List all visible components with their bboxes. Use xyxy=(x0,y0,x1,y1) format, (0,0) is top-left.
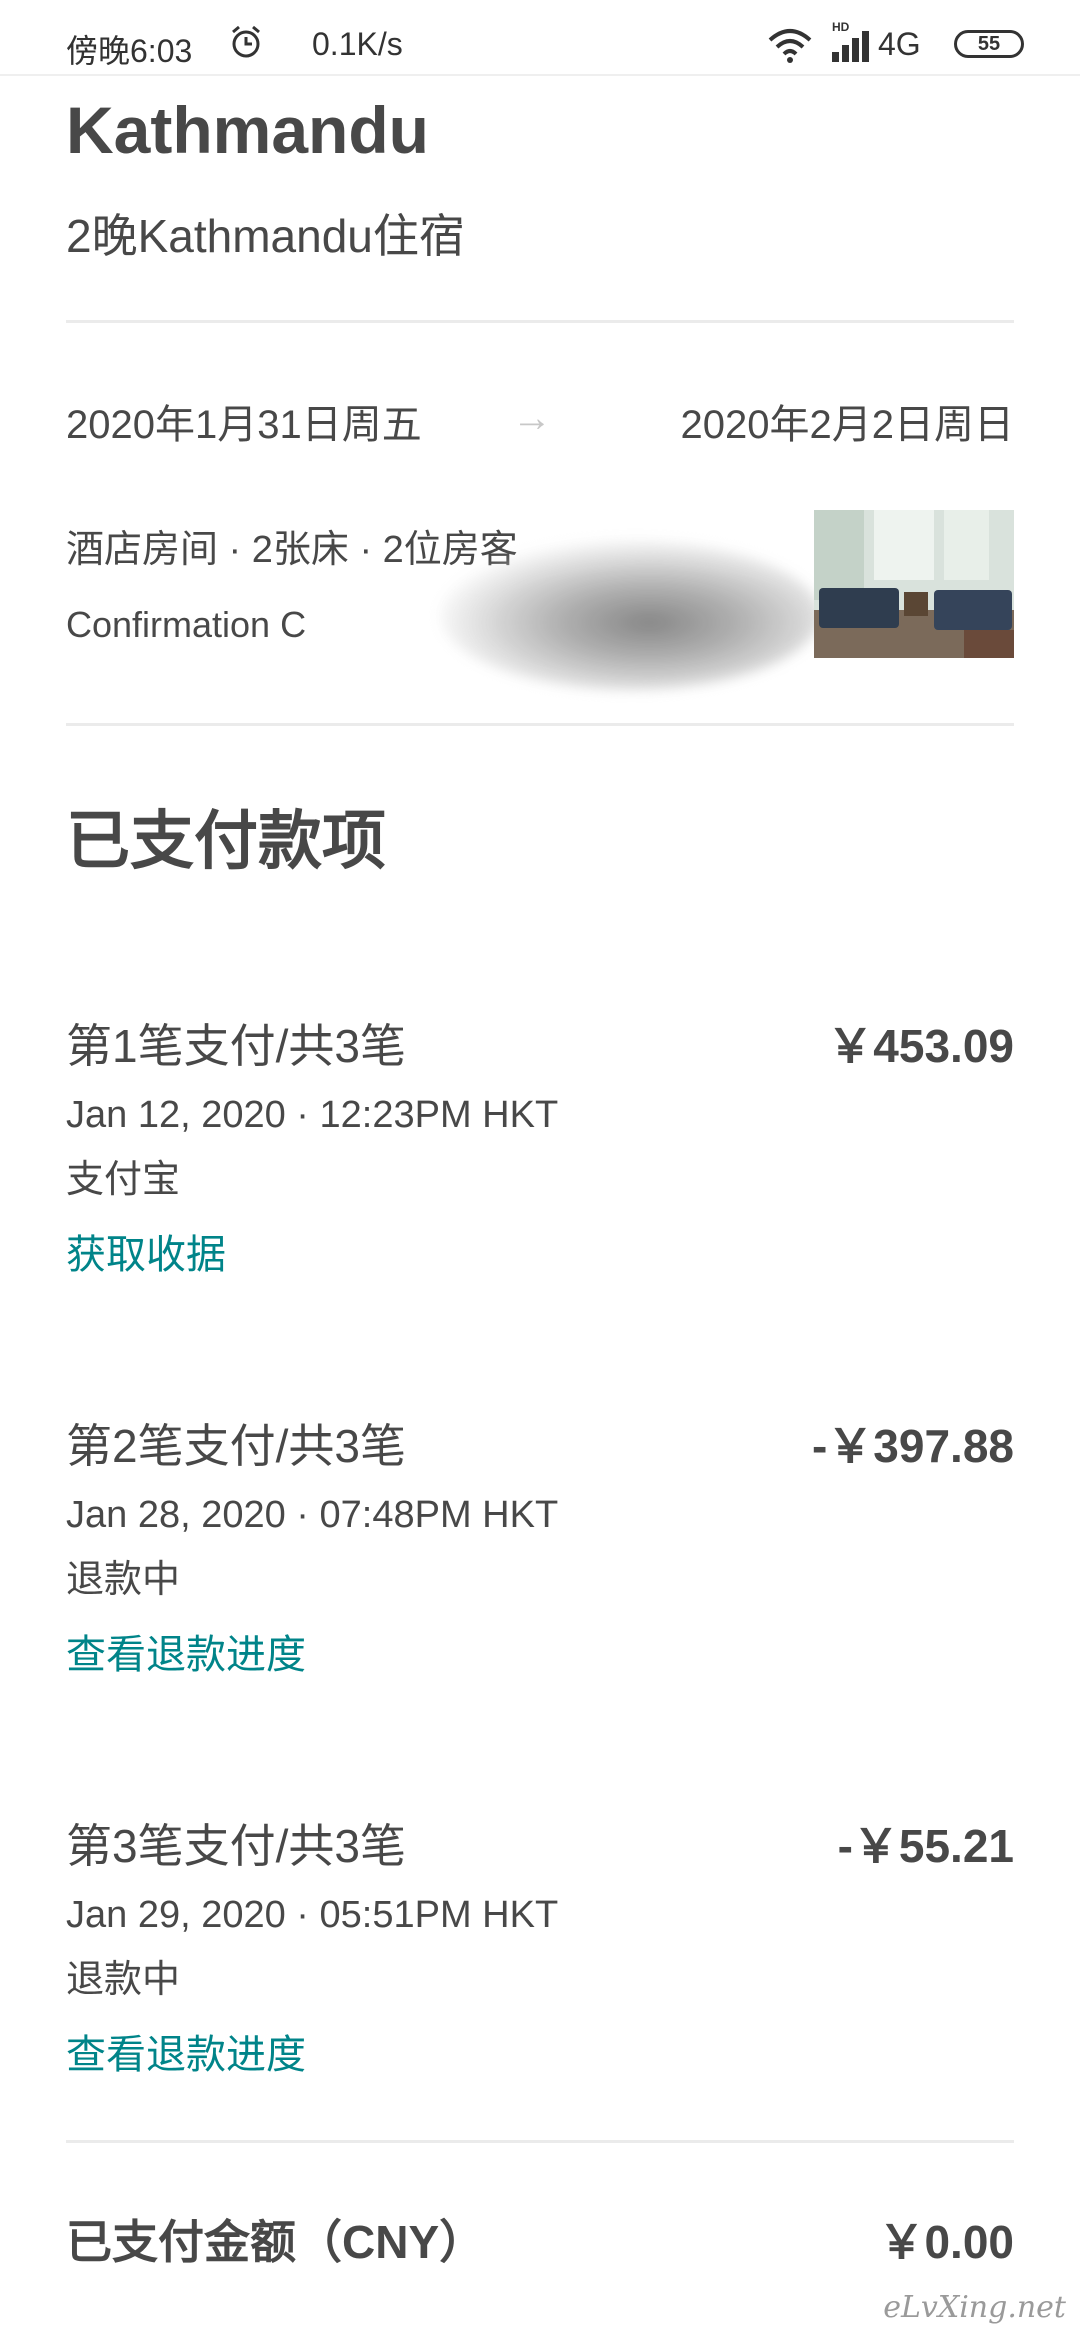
status-network: 4G xyxy=(878,26,921,62)
get-receipt-link[interactable]: 获取收据 xyxy=(66,1222,226,1280)
signal-icon xyxy=(832,31,869,62)
payment-label: 第2笔支付/共3笔 xyxy=(66,1420,406,1472)
arrow-right-icon: → xyxy=(512,396,552,440)
wifi-icon xyxy=(768,29,812,63)
payment-time: Jan 28, 2020 · 07:48PM HKT xyxy=(66,1494,559,1536)
room-summary: 酒店房间 · 2张床 · 2位房客 xyxy=(66,529,518,571)
check-out-date: 2020年2月2日周日 xyxy=(680,403,1014,447)
alarm-icon xyxy=(232,25,260,58)
payment-time: Jan 12, 2020 · 12:23PM HKT xyxy=(66,1094,559,1136)
payment-status: 退款中 xyxy=(66,1959,181,2001)
payment-time: Jan 29, 2020 · 05:51PM HKT xyxy=(66,1894,559,1936)
room-photo-illustration xyxy=(814,510,1014,658)
view-refund-progress-link[interactable]: 查看退款进度 xyxy=(66,2022,306,2080)
divider xyxy=(66,723,1014,726)
listing-subtitle: 2晚Kathmandu住宿 xyxy=(66,210,465,262)
status-bar: 傍晚6:03 0.1K/s HD 4G 55 xyxy=(0,0,1080,76)
watermark: eLvXing.net xyxy=(883,2290,1066,2325)
total-paid-amount: ￥0.00 xyxy=(878,2216,1014,2268)
status-net-speed: 0.1K/s xyxy=(312,26,403,62)
divider xyxy=(66,2140,1014,2143)
payment-label: 第3笔支付/共3笔 xyxy=(66,1820,406,1872)
confirmation-code: Confirmation C xyxy=(66,604,307,645)
status-time: 傍晚6:03 xyxy=(66,33,193,69)
battery-indicator: 55 xyxy=(954,30,1024,58)
check-in-date: 2020年1月31日周五 xyxy=(66,403,422,447)
payment-amount: -￥55.21 xyxy=(837,1820,1014,1872)
listing-title: Kathmandu xyxy=(66,93,429,167)
payment-status: 退款中 xyxy=(66,1559,181,1601)
payment-amount: -￥397.88 xyxy=(811,1420,1014,1472)
redaction-blur xyxy=(440,540,820,690)
payment-amount: ￥453.09 xyxy=(827,1020,1014,1072)
divider xyxy=(66,320,1014,323)
payment-method: 支付宝 xyxy=(66,1159,181,1201)
payment-label: 第1笔支付/共3笔 xyxy=(66,1020,406,1072)
listing-thumbnail[interactable] xyxy=(814,510,1014,658)
payments-section-title: 已支付款项 xyxy=(66,805,386,877)
total-paid-label: 已支付金额（CNY） xyxy=(66,2216,486,2268)
view-refund-progress-link[interactable]: 查看退款进度 xyxy=(66,1622,306,1680)
